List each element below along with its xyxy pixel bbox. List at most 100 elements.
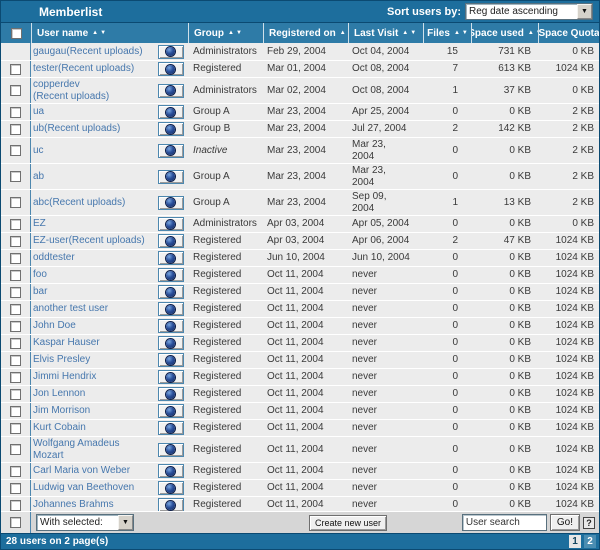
- user-link[interactable]: EZ-user: [33, 235, 69, 247]
- recent-uploads-link[interactable]: (Recent uploads): [44, 123, 120, 135]
- help-icon[interactable]: ?: [583, 517, 595, 529]
- sort-desc-icon[interactable]: ▼: [100, 30, 106, 36]
- user-link[interactable]: abc: [33, 197, 49, 209]
- user-link[interactable]: bar: [33, 286, 47, 298]
- row-checkbox[interactable]: [10, 304, 21, 315]
- user-link[interactable]: Jim Morrison: [33, 405, 90, 417]
- user-link[interactable]: Ludwig van Beethoven: [33, 482, 134, 494]
- user-search-input[interactable]: [462, 514, 547, 531]
- sort-asc-icon[interactable]: ▲: [228, 30, 234, 36]
- user-link[interactable]: Jimmi Hendrix: [33, 371, 96, 383]
- create-new-user-button[interactable]: Create new user: [309, 515, 387, 531]
- row-checkbox[interactable]: [10, 171, 21, 182]
- row-checkbox[interactable]: [10, 124, 21, 135]
- profile-button[interactable]: [158, 302, 184, 316]
- profile-button[interactable]: [158, 443, 184, 457]
- profile-button[interactable]: [158, 62, 184, 76]
- sort-desc-icon[interactable]: ▼: [410, 30, 416, 36]
- column-header-space-used[interactable]: Space used ▲▼: [471, 23, 538, 43]
- select-all-checkbox-bottom[interactable]: [10, 517, 21, 528]
- row-checkbox[interactable]: [10, 287, 21, 298]
- profile-button[interactable]: [158, 421, 184, 435]
- row-checkbox[interactable]: [10, 483, 21, 494]
- profile-button[interactable]: [158, 481, 184, 495]
- row-checkbox[interactable]: [10, 372, 21, 383]
- user-link[interactable]: ub: [33, 123, 44, 135]
- user-link[interactable]: another test user: [33, 303, 108, 315]
- row-checkbox[interactable]: [10, 321, 21, 332]
- user-link[interactable]: Johannes Brahms: [33, 499, 114, 511]
- recent-uploads-link[interactable]: (Recent uploads): [58, 63, 134, 75]
- sort-asc-icon[interactable]: ▲: [402, 30, 408, 36]
- profile-button[interactable]: [158, 84, 184, 98]
- row-checkbox[interactable]: [10, 423, 21, 434]
- with-selected-select[interactable]: With selected: ▼: [36, 514, 134, 531]
- row-checkbox[interactable]: [10, 500, 21, 511]
- profile-button[interactable]: [158, 217, 184, 231]
- row-checkbox[interactable]: [10, 466, 21, 477]
- profile-button[interactable]: [158, 196, 184, 210]
- user-link[interactable]: Jon Lennon: [33, 388, 85, 400]
- profile-button[interactable]: [158, 353, 184, 367]
- sort-users-select[interactable]: Reg date ascending ▼: [465, 3, 593, 20]
- search-go-button[interactable]: Go!: [550, 514, 580, 531]
- user-link[interactable]: John Doe: [33, 320, 76, 332]
- user-link[interactable]: tester: [33, 63, 58, 75]
- user-link[interactable]: EZ: [33, 218, 46, 230]
- profile-button[interactable]: [158, 387, 184, 401]
- user-link[interactable]: Carl Maria von Weber: [33, 465, 130, 477]
- profile-button[interactable]: [158, 144, 184, 158]
- sort-asc-icon[interactable]: ▲: [528, 30, 534, 36]
- profile-button[interactable]: [158, 319, 184, 333]
- row-checkbox[interactable]: [10, 197, 21, 208]
- row-checkbox[interactable]: [10, 219, 21, 230]
- user-link[interactable]: gaugau: [33, 46, 66, 58]
- profile-button[interactable]: [158, 105, 184, 119]
- profile-button[interactable]: [158, 268, 184, 282]
- row-checkbox[interactable]: [10, 338, 21, 349]
- recent-uploads-link[interactable]: (Recent uploads): [49, 197, 125, 209]
- sort-asc-icon[interactable]: ▲: [92, 30, 98, 36]
- row-checkbox[interactable]: [10, 355, 21, 366]
- sort-asc-icon[interactable]: ▲: [454, 30, 460, 36]
- recent-uploads-link[interactable]: (Recent uploads): [66, 46, 142, 58]
- profile-button[interactable]: [158, 404, 184, 418]
- sort-desc-icon[interactable]: ▼: [462, 30, 468, 36]
- profile-button[interactable]: [158, 122, 184, 136]
- user-link[interactable]: Elvis Presley: [33, 354, 90, 366]
- row-checkbox[interactable]: [10, 107, 21, 118]
- row-checkbox[interactable]: [10, 253, 21, 264]
- row-checkbox[interactable]: [10, 389, 21, 400]
- user-link[interactable]: ua: [33, 106, 44, 118]
- row-checkbox[interactable]: [10, 145, 21, 156]
- user-link[interactable]: Wolfgang Amadeus Mozart: [33, 438, 120, 462]
- column-header-username[interactable]: User name ▲▼: [31, 23, 188, 43]
- profile-button[interactable]: [158, 45, 184, 59]
- row-checkbox[interactable]: [10, 236, 21, 247]
- column-header-files[interactable]: Files ▲▼: [423, 23, 471, 43]
- page-number-link[interactable]: 2: [584, 535, 596, 548]
- profile-button[interactable]: [158, 170, 184, 184]
- sort-desc-icon[interactable]: ▼: [236, 30, 242, 36]
- user-link[interactable]: uc: [33, 145, 44, 157]
- profile-button[interactable]: [158, 336, 184, 350]
- profile-button[interactable]: [158, 251, 184, 265]
- row-checkbox[interactable]: [10, 406, 21, 417]
- row-checkbox[interactable]: [10, 64, 21, 75]
- row-checkbox[interactable]: [10, 270, 21, 281]
- user-link[interactable]: Kaspar Hauser: [33, 337, 100, 349]
- column-header-registered[interactable]: Registered on ▲▼: [263, 23, 348, 43]
- user-link[interactable]: copperdev: [33, 79, 80, 91]
- row-checkbox[interactable]: [10, 444, 21, 455]
- row-checkbox[interactable]: [10, 85, 21, 96]
- profile-button[interactable]: [158, 285, 184, 299]
- column-header-group[interactable]: Group ▲▼: [188, 23, 263, 43]
- recent-uploads-link[interactable]: (Recent uploads): [33, 91, 109, 103]
- profile-button[interactable]: [158, 370, 184, 384]
- user-link[interactable]: foo: [33, 269, 47, 281]
- sort-asc-icon[interactable]: ▲: [340, 30, 346, 36]
- column-header-last-visit[interactable]: Last Visit ▲▼: [348, 23, 423, 43]
- select-all-checkbox[interactable]: [11, 28, 22, 39]
- user-link[interactable]: oddtester: [33, 252, 75, 264]
- user-link[interactable]: Kurt Cobain: [33, 422, 86, 434]
